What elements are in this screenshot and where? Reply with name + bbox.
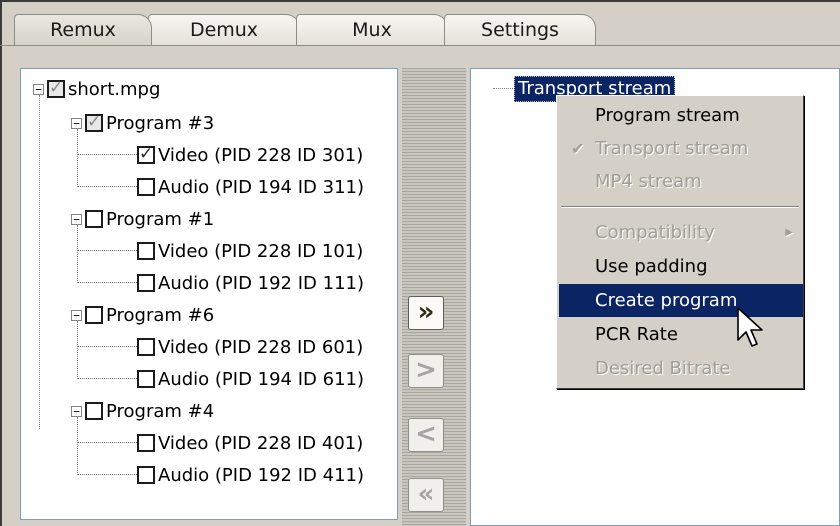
window-top-border xyxy=(0,0,840,2)
tab-demux[interactable]: Demux xyxy=(148,14,300,45)
stream-checkbox[interactable]: ✓ xyxy=(137,144,155,164)
tree-stream[interactable]: Audio (PID 194 ID 611) xyxy=(137,363,364,395)
add-button[interactable]: > xyxy=(408,354,444,388)
tree-stream[interactable]: Audio (PID 192 ID 411) xyxy=(137,459,364,491)
tab-remux[interactable]: Remux xyxy=(14,14,152,45)
tree-stream[interactable]: Audio (PID 192 ID 111) xyxy=(137,267,364,299)
window-left-border xyxy=(0,0,2,526)
collapse-icon[interactable]: − xyxy=(33,83,44,95)
check-icon: ✓ xyxy=(139,144,154,164)
menu-item-desired-bitrate[interactable]: Desired Bitrate xyxy=(559,352,803,385)
tree-program[interactable]: − Program #4 xyxy=(71,395,214,427)
add-all-button[interactable]: » xyxy=(408,296,444,330)
program-checkbox[interactable] xyxy=(85,402,103,420)
menu-item-program-stream[interactable]: Program stream xyxy=(559,99,803,132)
root-label: short.mpg xyxy=(68,78,161,100)
tree-program[interactable]: − Program #1 xyxy=(71,203,214,235)
remove-all-button[interactable]: « xyxy=(408,478,444,512)
collapse-icon[interactable]: − xyxy=(71,117,82,129)
remove-button[interactable]: < xyxy=(408,418,444,452)
menu-item-pcr-rate[interactable]: PCR Rate xyxy=(559,318,803,351)
program-label: Program #1 xyxy=(106,208,215,230)
menu-item-mp4-stream[interactable]: MP4 stream xyxy=(559,165,803,198)
stream-label: Video (PID 228 ID 301) xyxy=(158,144,364,166)
tree-stream[interactable]: Video (PID 228 ID 601) xyxy=(137,331,363,363)
menu-item-compatibility[interactable]: Compatibility ▶ xyxy=(559,216,803,249)
tree-program[interactable]: − ✓ Program #3 xyxy=(71,107,214,139)
program-checkbox[interactable]: ✓ xyxy=(85,112,103,132)
stream-checkbox[interactable] xyxy=(137,466,155,484)
stream-checkbox[interactable] xyxy=(137,434,155,452)
tree-program[interactable]: − Program #6 xyxy=(71,299,214,331)
menu-separator xyxy=(561,206,799,208)
root-checkbox[interactable]: ✓ xyxy=(47,78,65,98)
check-icon: ✓ xyxy=(87,112,102,132)
tab-bar: Remux Demux Mux Settings xyxy=(8,14,840,48)
program-checkbox[interactable] xyxy=(85,306,103,324)
tree-connector xyxy=(493,88,513,89)
stream-checkbox[interactable] xyxy=(137,370,155,388)
stream-label: Audio (PID 192 ID 411) xyxy=(158,464,364,486)
stream-label: Video (PID 228 ID 101) xyxy=(158,240,364,262)
context-menu: Program stream ✔ Transport stream MP4 st… xyxy=(556,95,804,389)
submenu-arrow-icon: ▶ xyxy=(785,227,793,238)
tree-stream[interactable]: ✓ Video (PID 228 ID 301) xyxy=(137,139,363,171)
source-stream-tree[interactable]: − ✓ short.mpg − ✓ Program #3 ✓ Video (PI… xyxy=(20,68,398,520)
menu-item-transport-stream[interactable]: ✔ Transport stream xyxy=(559,132,803,165)
collapse-icon[interactable]: − xyxy=(71,309,82,321)
tab-mux[interactable]: Mux xyxy=(296,14,448,45)
program-checkbox[interactable] xyxy=(85,210,103,228)
tab-settings[interactable]: Settings xyxy=(444,14,596,45)
mouse-pointer-icon xyxy=(737,307,763,347)
check-icon: ✓ xyxy=(49,78,64,98)
menu-item-use-padding[interactable]: Use padding xyxy=(559,250,803,283)
stream-checkbox[interactable] xyxy=(137,338,155,356)
program-label: Program #3 xyxy=(106,112,215,134)
stream-label: Video (PID 228 ID 401) xyxy=(158,432,364,454)
stream-label: Audio (PID 192 ID 111) xyxy=(158,272,364,294)
stream-checkbox[interactable] xyxy=(137,178,155,196)
collapse-icon[interactable]: − xyxy=(71,405,82,417)
menu-item-create-program[interactable]: Create program xyxy=(559,284,803,317)
program-label: Program #6 xyxy=(106,304,215,326)
stream-label: Video (PID 228 ID 601) xyxy=(158,336,364,358)
stream-checkbox[interactable] xyxy=(137,274,155,292)
stream-label: Audio (PID 194 ID 611) xyxy=(158,368,364,390)
tree-stream[interactable]: Audio (PID 194 ID 311) xyxy=(137,171,364,203)
collapse-icon[interactable]: − xyxy=(71,213,82,225)
program-label: Program #4 xyxy=(106,400,215,422)
tree-root[interactable]: − ✓ short.mpg xyxy=(33,73,160,105)
tab-strip-divider xyxy=(0,45,840,46)
tree-stream[interactable]: Video (PID 228 ID 401) xyxy=(137,427,363,459)
tree-stream[interactable]: Video (PID 228 ID 101) xyxy=(137,235,363,267)
check-icon: ✔ xyxy=(571,139,585,158)
stream-checkbox[interactable] xyxy=(137,242,155,260)
stream-label: Audio (PID 194 ID 311) xyxy=(158,176,364,198)
